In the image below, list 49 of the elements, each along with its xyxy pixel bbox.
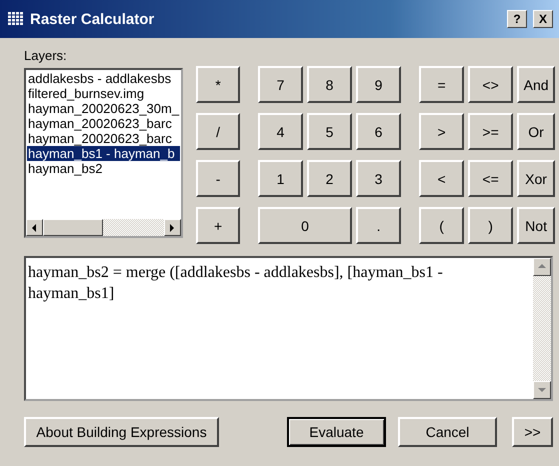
keypad-key[interactable]: <: [419, 160, 464, 197]
keypad-key[interactable]: *: [196, 66, 240, 103]
layer-item[interactable]: hayman_20020623_barc: [27, 131, 180, 146]
keypad-key[interactable]: 1: [258, 160, 304, 197]
keypad-key[interactable]: >: [419, 113, 464, 150]
layer-item[interactable]: hayman_bs2: [27, 161, 180, 176]
keypad-key[interactable]: Xor: [517, 160, 556, 197]
window-title: Raster Calculator: [30, 10, 156, 28]
layer-item[interactable]: hayman_20020623_barc: [27, 116, 180, 131]
close-button[interactable]: X: [533, 10, 553, 28]
keypad-key[interactable]: <=: [468, 160, 514, 197]
keypad-key[interactable]: Not: [517, 207, 556, 244]
layers-list[interactable]: addlakesbs - addlakesbs filtered_burnsev.img hayman_20020623_30m_ hayman_20020623_barc hayman_20020623_barc hayman_bs1 - hayman_b hayman_bs2: [24, 68, 184, 238]
expression-text: hayman_bs2 = merge ([addlakesbs - addlakesbs], [hayman_bs1 - hayman_bs1]: [27, 263, 444, 304]
keypad-key[interactable]: =: [419, 66, 464, 103]
dialog-button[interactable]: Evaluate: [287, 417, 386, 447]
keypad-key[interactable]: -: [196, 160, 240, 197]
keypad-key[interactable]: Or: [517, 113, 556, 150]
keypad-key[interactable]: <>: [468, 66, 514, 103]
keypad-key[interactable]: >=: [468, 113, 514, 150]
keypad-key[interactable]: 6: [356, 113, 402, 150]
keypad-key[interactable]: +: [196, 207, 240, 244]
dialog-button[interactable]: Cancel: [398, 417, 497, 447]
keypad-key[interactable]: /: [196, 113, 240, 150]
keypad-key[interactable]: 4: [258, 113, 304, 150]
grid-icon: [8, 12, 24, 26]
keypad-key[interactable]: 9: [356, 66, 402, 103]
layer-item[interactable]: hayman_bs1 - hayman_b: [27, 146, 180, 161]
vertical-scrollbar[interactable]: [533, 258, 551, 399]
keypad-key[interactable]: 5: [307, 113, 352, 150]
keypad-key[interactable]: And: [517, 66, 556, 103]
keypad-key[interactable]: 8: [307, 66, 352, 103]
keypad-key[interactable]: .: [356, 207, 402, 244]
layer-item[interactable]: filtered_burnsev.img: [27, 86, 180, 101]
layers-label: Layers:: [24, 48, 67, 63]
keypad-key[interactable]: 2: [307, 160, 352, 197]
layer-item[interactable]: addlakesbs - addlakesbs: [27, 71, 180, 86]
keypad-key[interactable]: 0: [258, 207, 352, 244]
dialog-button[interactable]: About Building Expressions: [24, 417, 219, 447]
help-button[interactable]: ?: [507, 10, 527, 28]
keypad-key[interactable]: 3: [356, 160, 402, 197]
expression-field[interactable]: hayman_bs2 = merge ([addlakesbs - addlakesbs], [hayman_bs1 - hayman_bs1]: [24, 256, 553, 401]
horizontal-scrollbar[interactable]: [26, 219, 182, 236]
keypad-key[interactable]: (: [419, 207, 464, 244]
scroll-down-icon: [537, 385, 547, 395]
keypad-key[interactable]: ): [468, 207, 514, 244]
dialog-button[interactable]: >>: [512, 417, 553, 447]
layer-item[interactable]: hayman_20020623_30m_: [27, 101, 180, 116]
keypad-key[interactable]: 7: [258, 66, 304, 103]
